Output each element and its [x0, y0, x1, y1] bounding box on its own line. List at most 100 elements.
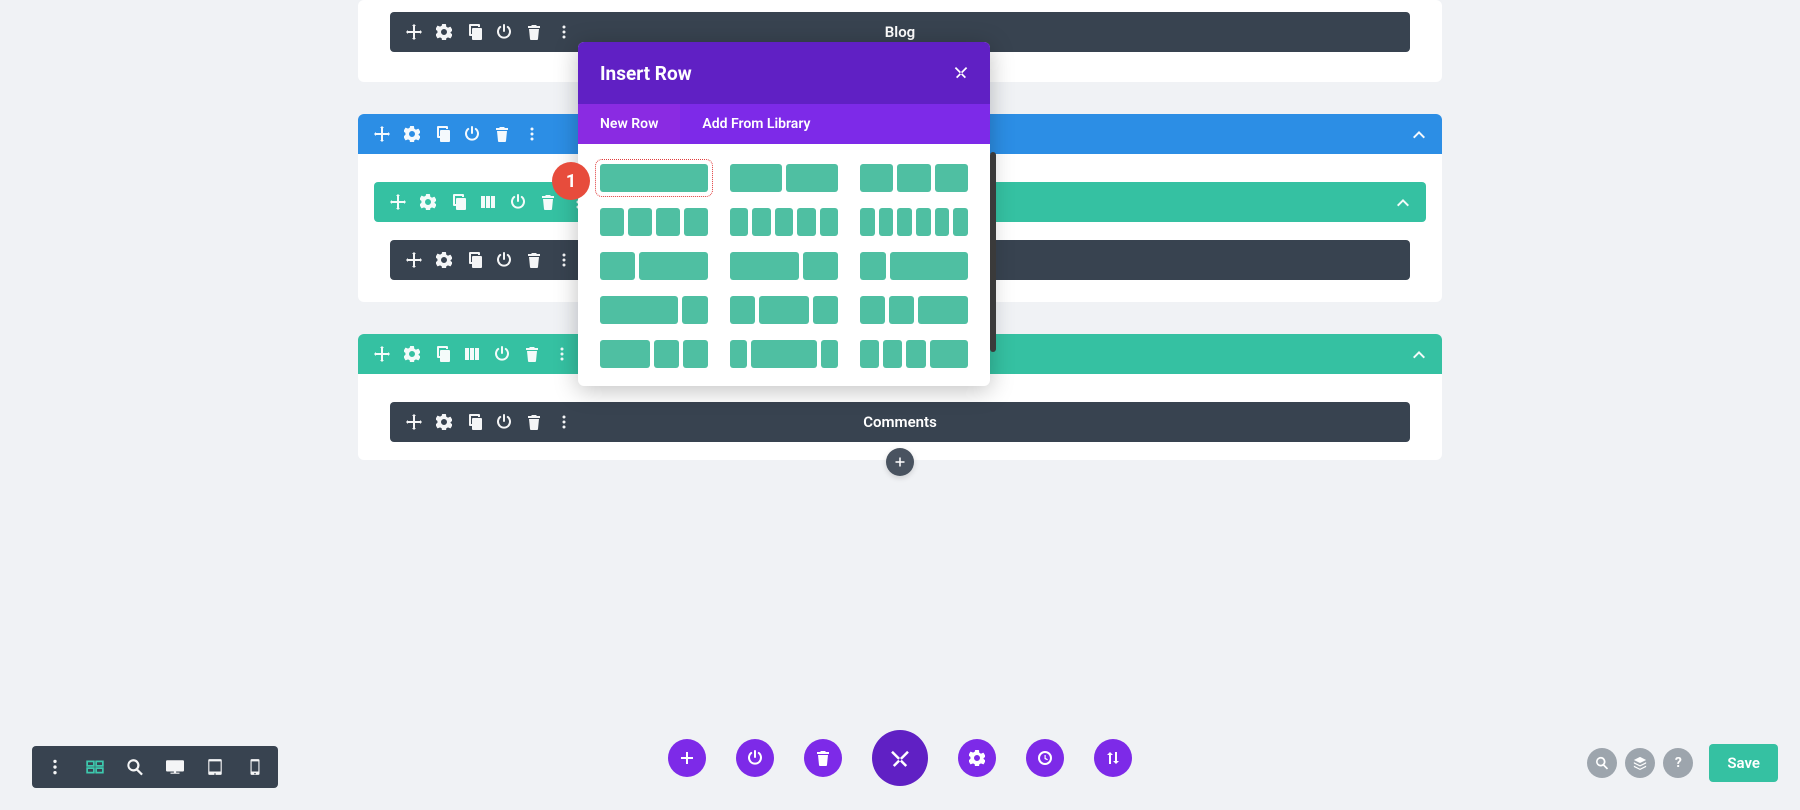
move-icon[interactable] [390, 194, 406, 210]
move-icon[interactable] [374, 126, 390, 142]
layout-col [752, 208, 770, 236]
move-icon[interactable] [406, 414, 422, 430]
tab-new-row[interactable]: New Row [578, 104, 680, 144]
close-builder-button[interactable] [872, 730, 928, 786]
layout-col [821, 340, 838, 368]
layers-button[interactable] [1625, 748, 1655, 778]
add-module-button[interactable] [886, 448, 914, 476]
chevron-up-icon[interactable] [1410, 125, 1428, 143]
columns-icon[interactable] [480, 194, 496, 210]
tablet-icon[interactable] [206, 758, 224, 776]
layout-col [935, 164, 968, 192]
duplicate-icon[interactable] [466, 24, 482, 40]
layout-col [803, 252, 838, 280]
gear-icon[interactable] [436, 414, 452, 430]
dots-icon[interactable] [556, 252, 572, 268]
trash-icon[interactable] [526, 414, 542, 430]
settings-button[interactable] [958, 739, 996, 777]
dots-icon[interactable] [524, 126, 540, 142]
layout-option-15[interactable] [860, 340, 968, 368]
layout-col [879, 208, 894, 236]
trash-icon[interactable] [524, 346, 540, 362]
layout-col [639, 252, 708, 280]
save-label: Save [1727, 754, 1760, 772]
power-icon[interactable] [496, 414, 512, 430]
layout-col [759, 296, 809, 324]
layout-col [918, 296, 968, 324]
layout-option-11[interactable] [730, 296, 838, 324]
gear-icon[interactable] [420, 194, 436, 210]
layout-col [860, 164, 893, 192]
layout-option-10[interactable] [600, 296, 708, 324]
view-toolbar [32, 746, 278, 788]
module-bar-comments[interactable]: Comments [390, 402, 1410, 442]
layout-option-5[interactable] [730, 208, 838, 236]
power-icon[interactable] [510, 194, 526, 210]
close-icon[interactable] [954, 63, 968, 84]
sort-button[interactable] [1094, 739, 1132, 777]
save-button[interactable]: Save [1709, 744, 1778, 782]
power-icon[interactable] [496, 24, 512, 40]
desktop-icon[interactable] [166, 758, 184, 776]
duplicate-icon[interactable] [434, 346, 450, 362]
layout-option-3[interactable] [860, 164, 968, 192]
search-button[interactable] [1587, 748, 1617, 778]
help-button[interactable]: ? [1663, 748, 1693, 778]
chevron-up-icon[interactable] [1410, 345, 1428, 363]
layout-col [860, 252, 886, 280]
layout-col [600, 252, 635, 280]
layout-col [654, 340, 679, 368]
chevron-up-icon[interactable] [1394, 193, 1412, 211]
layout-option-14[interactable] [730, 340, 838, 368]
layout-option-1[interactable] [600, 164, 708, 192]
dots-icon[interactable] [554, 346, 570, 362]
trash-button[interactable] [804, 739, 842, 777]
row-tools [390, 194, 586, 210]
layout-option-6[interactable] [860, 208, 968, 236]
duplicate-icon[interactable] [434, 126, 450, 142]
zoom-icon[interactable] [126, 758, 144, 776]
duplicate-icon[interactable] [466, 252, 482, 268]
tab-add-from-library[interactable]: Add From Library [680, 104, 832, 144]
power-button[interactable] [736, 739, 774, 777]
power-icon[interactable] [496, 252, 512, 268]
row-body: Comments [358, 374, 1442, 460]
modal-tabs: New Row Add From Library [578, 104, 990, 144]
dots-icon[interactable] [556, 24, 572, 40]
dots-icon[interactable] [46, 758, 64, 776]
move-icon[interactable] [406, 252, 422, 268]
history-button[interactable] [1026, 739, 1064, 777]
phone-icon[interactable] [246, 758, 264, 776]
layout-option-7[interactable] [600, 252, 708, 280]
power-icon[interactable] [464, 126, 480, 142]
trash-icon[interactable] [526, 252, 542, 268]
layout-col [628, 208, 652, 236]
trash-icon[interactable] [494, 126, 510, 142]
gear-icon[interactable] [404, 346, 420, 362]
move-icon[interactable] [406, 24, 422, 40]
add-button[interactable] [668, 739, 706, 777]
duplicate-icon[interactable] [466, 414, 482, 430]
gear-icon[interactable] [436, 252, 452, 268]
layout-col [889, 296, 914, 324]
layout-option-2[interactable] [730, 164, 838, 192]
layout-option-4[interactable] [600, 208, 708, 236]
modal-header[interactable]: Insert Row [578, 42, 990, 104]
trash-icon[interactable] [526, 24, 542, 40]
move-icon[interactable] [374, 346, 390, 362]
power-icon[interactable] [494, 346, 510, 362]
wireframe-icon[interactable] [86, 758, 104, 776]
row-tools [374, 346, 570, 362]
gear-icon[interactable] [404, 126, 420, 142]
dots-icon[interactable] [556, 414, 572, 430]
layout-option-12[interactable] [860, 296, 968, 324]
layout-col [730, 208, 748, 236]
gear-icon[interactable] [436, 24, 452, 40]
columns-icon[interactable] [464, 346, 480, 362]
layout-col [775, 208, 793, 236]
layout-option-9[interactable] [860, 252, 968, 280]
duplicate-icon[interactable] [450, 194, 466, 210]
trash-icon[interactable] [540, 194, 556, 210]
layout-option-13[interactable] [600, 340, 708, 368]
layout-option-8[interactable] [730, 252, 838, 280]
